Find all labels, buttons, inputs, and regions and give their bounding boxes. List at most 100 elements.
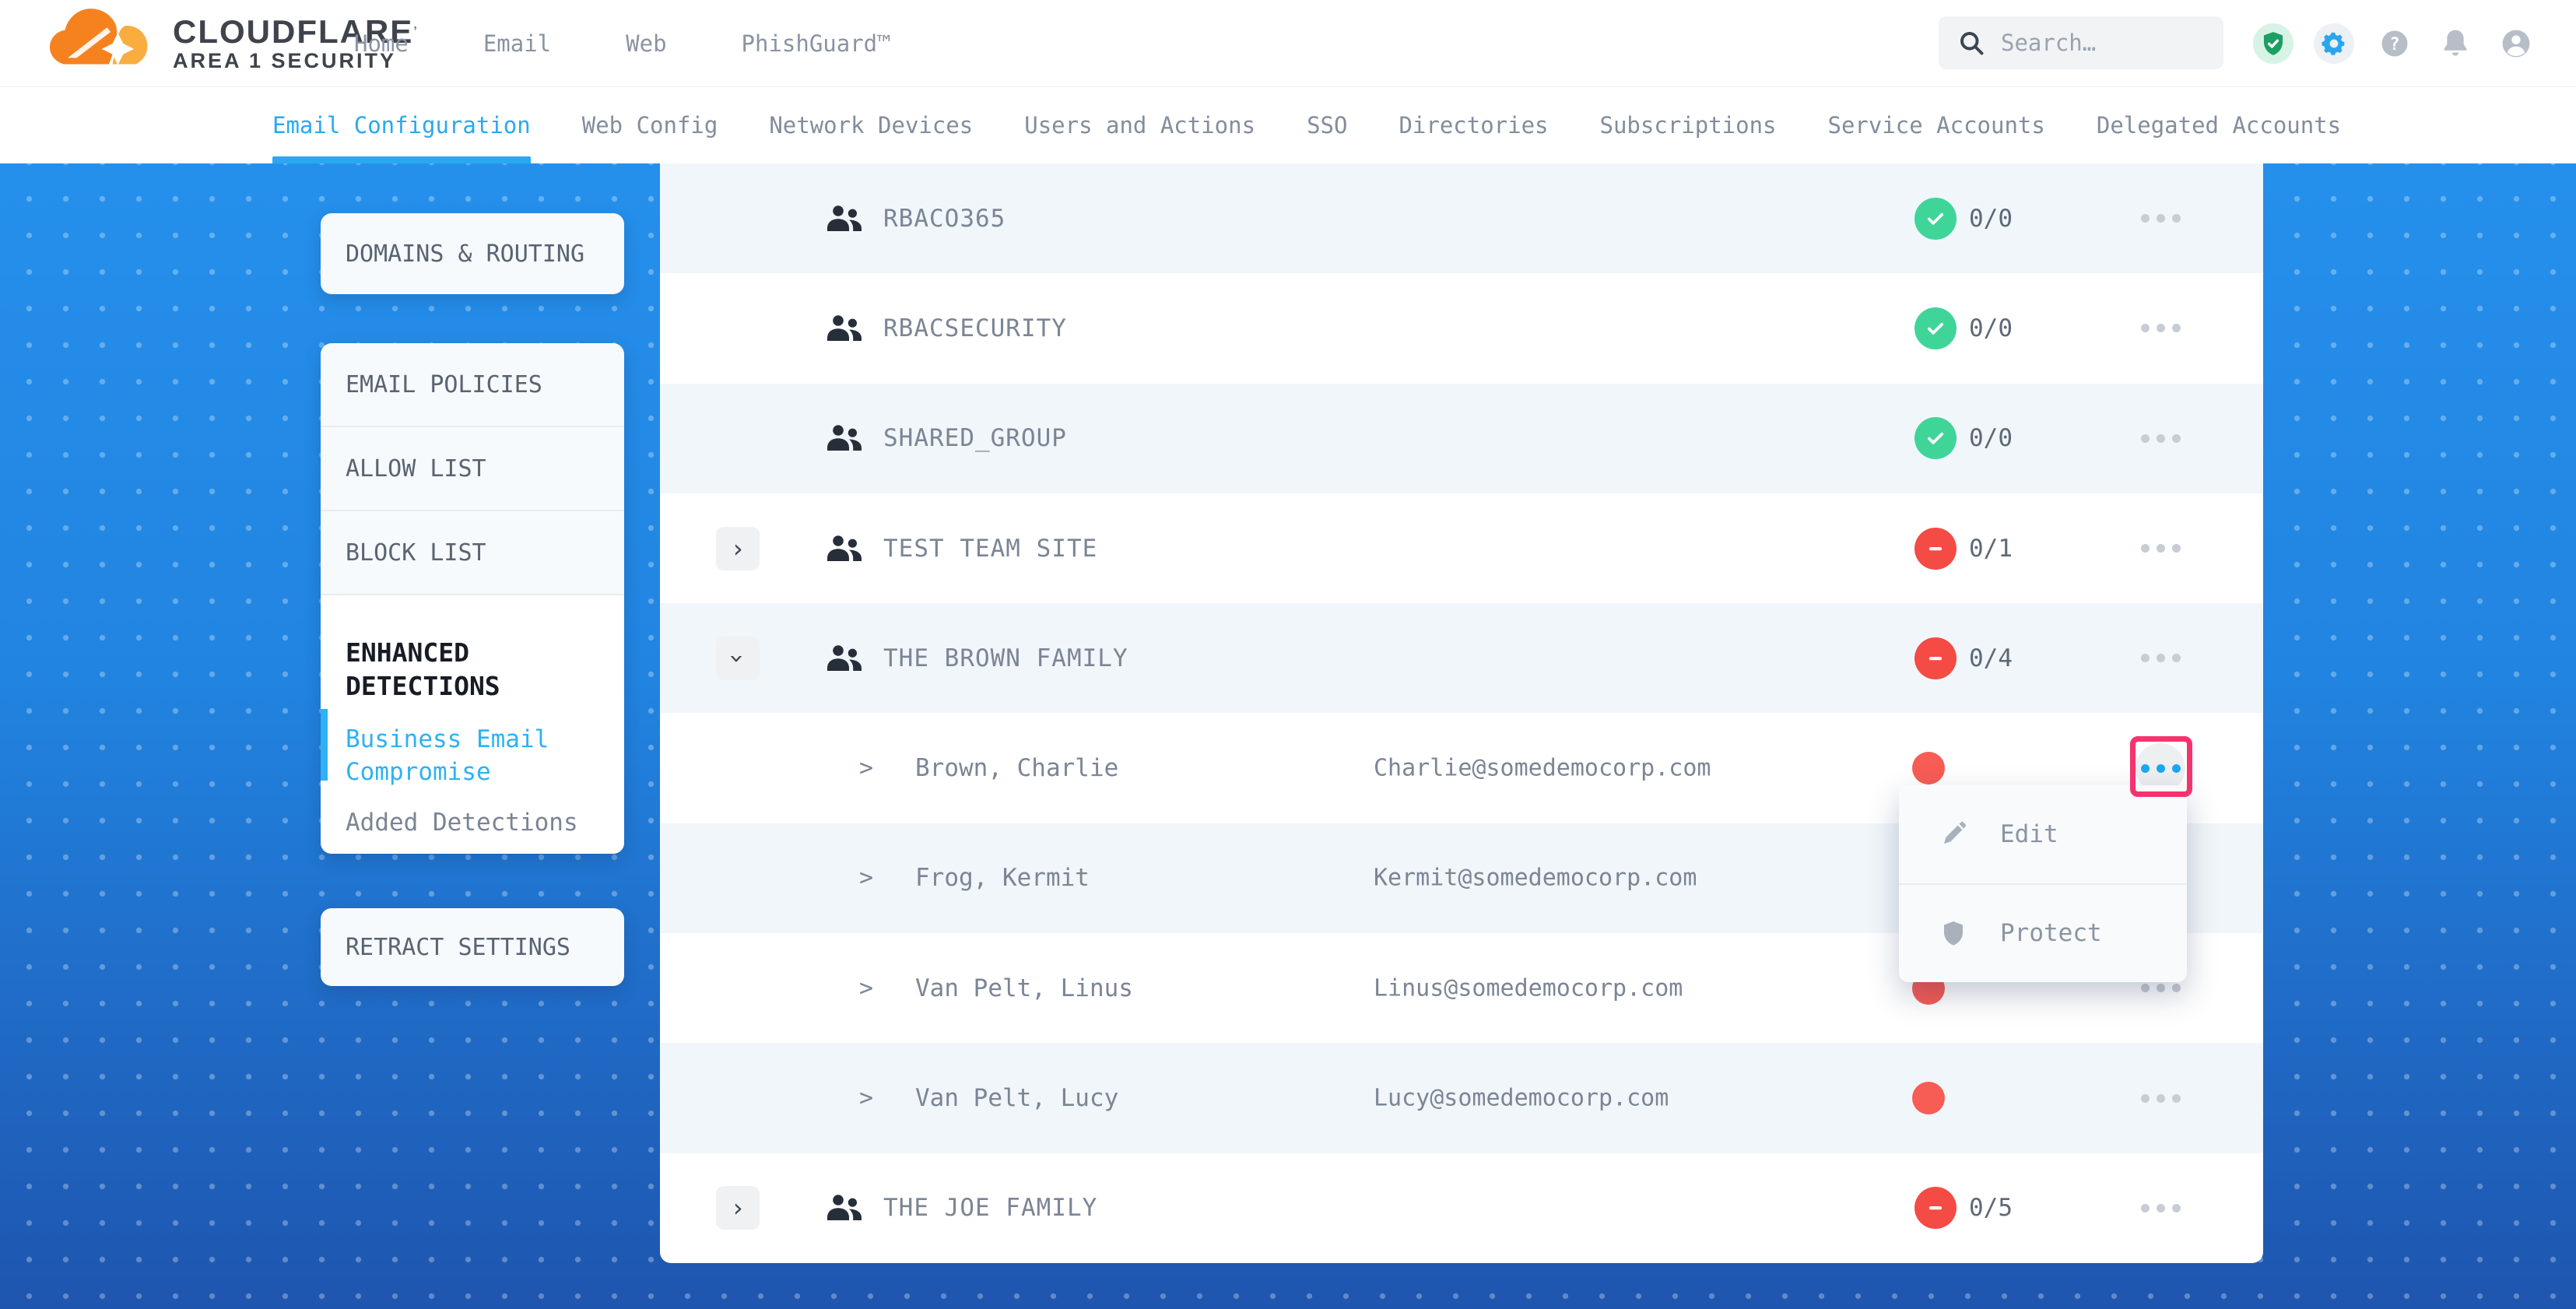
account-button[interactable] (2496, 23, 2536, 64)
help-button[interactable]: ? (2374, 23, 2415, 64)
tab-service-accounts[interactable]: Service Accounts (1828, 87, 2045, 163)
chevron-right-icon: › (730, 536, 745, 561)
area1-security-app: CLOUDFLARE’ AREA 1 SECURITY Home Email W… (0, 0, 2576, 1309)
member-marker: > (859, 974, 873, 1002)
groups-table: RBACO365 0/0 RBACSECURITY 0/0 SHARED_GRO… (660, 163, 2263, 1263)
table-row[interactable]: › TEST TEAM SITE 0/1 (660, 493, 2263, 603)
tab-sso[interactable]: SSO (1307, 87, 1347, 163)
settings-button[interactable] (2314, 23, 2354, 64)
status-badge (1914, 417, 1957, 459)
table-row[interactable]: › THE BROWN FAMILY 0/4 (660, 603, 2263, 713)
unprotected-dot (1912, 1082, 1945, 1114)
protection-count: 0/1 (1969, 535, 2013, 563)
unprotected-dot (1912, 752, 1945, 784)
group-name: THE JOE FAMILY (883, 1194, 1097, 1222)
svg-text:?: ? (2389, 35, 2399, 54)
minus-icon (1925, 1197, 1946, 1219)
protection-count: 0/0 (1969, 424, 2013, 452)
status-badge (1914, 307, 1957, 349)
top-nav: Home Email Web PhishGuard™ (354, 0, 891, 87)
status-badge (1914, 528, 1957, 570)
tab-users-and-actions[interactable]: Users and Actions (1024, 87, 1255, 163)
sidebar-item-added-detections[interactable]: Added Detections (346, 806, 602, 839)
shield-check-icon (2260, 30, 2286, 57)
sidebar-item-business-email-compromise[interactable]: Business Email Compromise (346, 723, 602, 788)
row-menu-button[interactable] (2136, 1073, 2185, 1123)
expand-row-button[interactable]: › (716, 1186, 760, 1230)
sidebar-item-enhanced-detections[interactable]: ENHANCED DETECTIONS (346, 636, 595, 703)
group-name: TEST TEAM SITE (883, 535, 1097, 563)
section-tabs: Email Configuration Web Config Network D… (0, 87, 2576, 163)
table-row[interactable]: > Van Pelt, Lucy Lucy@somedemocorp.com (660, 1043, 2263, 1153)
check-icon (1925, 427, 1946, 449)
member-email: Kermit@somedemocorp.com (1374, 865, 1697, 892)
row-menu-button[interactable] (2136, 304, 2185, 353)
minus-icon (1925, 647, 1946, 669)
row-menu-button[interactable] (2136, 524, 2185, 574)
search-box[interactable] (1939, 16, 2223, 69)
group-name: RBACO365 (883, 205, 1005, 233)
member-email: Linus@somedemocorp.com (1374, 974, 1683, 1002)
sidebar-item-allow-list[interactable]: ALLOW LIST (321, 427, 624, 511)
sidebar-item-email-policies[interactable]: EMAIL POLICIES (321, 343, 624, 427)
member-marker: > (859, 1085, 873, 1112)
table-row[interactable]: RBACO365 0/0 (660, 163, 2263, 273)
tab-network-devices[interactable]: Network Devices (769, 87, 973, 163)
sidebar-card-email-policies: EMAIL POLICIES ALLOW LIST BLOCK LIST ENH… (321, 343, 624, 854)
member-name: Frog, Kermit (915, 864, 1090, 892)
tab-email-configuration[interactable]: Email Configuration (272, 87, 531, 163)
pencil-icon (1939, 820, 1967, 848)
member-name: Brown, Charlie (915, 754, 1118, 782)
protection-count: 0/0 (1969, 205, 2013, 233)
protection-count: 0/0 (1969, 314, 2013, 342)
group-icon (826, 422, 863, 454)
gear-icon (2321, 30, 2347, 57)
group-name: THE BROWN FAMILY (883, 644, 1128, 672)
table-row[interactable]: › THE JOE FAMILY 0/5 (660, 1153, 2263, 1263)
tab-web-config[interactable]: Web Config (582, 87, 718, 163)
nav-phishguard[interactable]: PhishGuard™ (742, 30, 891, 57)
group-icon (826, 1191, 863, 1224)
nav-email[interactable]: Email (483, 30, 551, 57)
tab-directories[interactable]: Directories (1399, 87, 1548, 163)
row-menu-button[interactable] (2136, 633, 2185, 683)
protection-count: 0/4 (1969, 644, 2013, 672)
status-badge (1914, 637, 1957, 679)
sidebar-section-enhanced-detections: ENHANCED DETECTIONS Business Email Compr… (321, 595, 624, 854)
check-icon (1925, 318, 1946, 339)
row-menu-button[interactable] (2136, 194, 2185, 244)
row-menu-button[interactable] (2136, 1183, 2185, 1233)
sidebar-item-domains-routing[interactable]: DOMAINS & ROUTING (321, 213, 624, 294)
member-email: Charlie@somedemocorp.com (1374, 755, 1711, 782)
context-menu-edit[interactable]: Edit (1899, 785, 2187, 883)
check-icon (1925, 208, 1946, 230)
context-menu-protect[interactable]: Protect (1899, 883, 2187, 983)
member-marker: > (859, 755, 873, 782)
status-badge (1914, 198, 1957, 240)
protection-count: 0/5 (1969, 1194, 2013, 1222)
notifications-button[interactable] (2435, 23, 2476, 64)
nav-web[interactable]: Web (626, 30, 666, 57)
collapse-row-button[interactable]: › (716, 637, 760, 680)
expand-row-button[interactable]: › (716, 527, 760, 570)
sidebar-item-block-list[interactable]: BLOCK LIST (321, 511, 624, 595)
table-row[interactable]: RBACSECURITY 0/0 (660, 273, 2263, 383)
nav-home[interactable]: Home (354, 30, 409, 57)
chevron-right-icon: › (730, 1195, 745, 1220)
sidebar-item-retract-settings[interactable]: RETRACT SETTINGS (321, 908, 624, 986)
avatar-icon (2499, 26, 2533, 61)
tab-delegated-accounts[interactable]: Delegated Accounts (2097, 87, 2341, 163)
member-name: Van Pelt, Linus (915, 974, 1133, 1002)
shield-icon (1939, 919, 1967, 947)
group-icon (826, 202, 863, 235)
row-menu-button[interactable] (2136, 413, 2185, 463)
minus-icon (1925, 538, 1946, 560)
search-input[interactable] (2001, 30, 2195, 56)
group-name: SHARED_GROUP (883, 424, 1067, 452)
table-row[interactable]: SHARED_GROUP 0/0 (660, 384, 2263, 493)
active-item-indicator (321, 709, 328, 781)
security-status-icon[interactable] (2253, 23, 2293, 64)
member-marker: > (859, 865, 873, 892)
page-background: DOMAINS & ROUTING EMAIL POLICIES ALLOW L… (0, 163, 2576, 1309)
tab-subscriptions[interactable]: Subscriptions (1600, 87, 1777, 163)
